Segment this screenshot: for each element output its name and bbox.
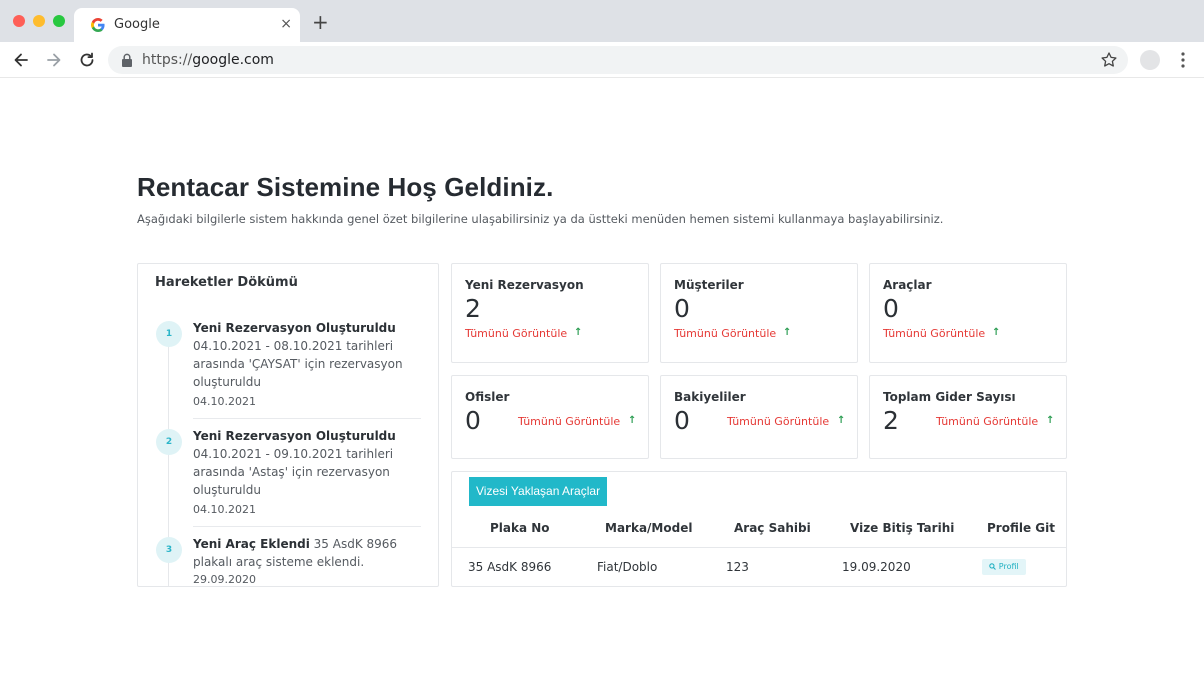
- up-arrow-icon: ↑: [574, 327, 583, 338]
- close-tab-icon[interactable]: ×: [280, 16, 292, 32]
- page-content: Rentacar Sistemine Hoş Geldiniz. Aşağıda…: [0, 78, 1204, 685]
- expiring-vehicles-card: Vizesi Yaklaşan Araçlar Plaka No Marka/M…: [451, 471, 1067, 587]
- tab-bar: Google × +: [0, 0, 1204, 42]
- view-all-link[interactable]: Tümünü Görüntüle: [883, 327, 985, 340]
- lock-icon: [122, 53, 132, 67]
- timeline-item-heading: Yeni Rezervasyon Oluşturuldu: [193, 321, 396, 335]
- view-all-link[interactable]: Tümünü Görüntüle: [518, 415, 620, 428]
- stat-value: 2: [465, 294, 481, 323]
- bookmark-star-icon[interactable]: [1100, 51, 1118, 69]
- stat-card-customers: Müşteriler 0 Tümünü Görüntüle ↑: [660, 263, 858, 363]
- up-arrow-icon: ↑: [992, 327, 1001, 338]
- activity-timeline-card: Hareketler Dökümü 1 Yeni Rezervasyon Olu…: [137, 263, 439, 587]
- cell-plate: 35 AsdK 8966: [468, 560, 552, 574]
- stat-label: Araçlar: [883, 278, 932, 292]
- timeline-item-heading: Yeni Araç Eklendi: [193, 537, 310, 551]
- cell-owner: 123: [726, 560, 749, 574]
- page-title: Rentacar Sistemine Hoş Geldiniz.: [137, 172, 554, 202]
- timeline-item-body: Yeni Araç Eklendi 35 AsdK 8966 plakalı a…: [193, 535, 418, 571]
- timeline-divider: [193, 418, 421, 419]
- view-all-link[interactable]: Tümünü Görüntüle: [727, 415, 829, 428]
- column-header-expiry: Vize Bitiş Tarihi: [850, 521, 955, 535]
- column-header-model: Marka/Model: [605, 521, 693, 535]
- stat-card-expenses: Toplam Gider Sayısı 2 Tümünü Görüntüle ↑: [869, 375, 1067, 459]
- stat-value: 0: [465, 406, 481, 435]
- timeline-number-badge: 1: [156, 321, 182, 347]
- stat-card-offices: Ofisler 0 Tümünü Görüntüle ↑: [451, 375, 649, 459]
- timeline-item-date: 04.10.2021: [193, 503, 256, 516]
- cell-expiry: 19.09.2020: [842, 560, 911, 574]
- view-all-link[interactable]: Tümünü Görüntüle: [674, 327, 776, 340]
- timeline-divider: [193, 526, 421, 527]
- timeline-number-badge: 3: [156, 537, 182, 563]
- minimize-window-button[interactable]: [33, 15, 45, 27]
- browser-menu-icon[interactable]: [1180, 51, 1186, 69]
- column-header-owner: Araç Sahibi: [734, 521, 811, 535]
- view-all-link[interactable]: Tümünü Görüntüle: [936, 415, 1038, 428]
- stat-label: Müşteriler: [674, 278, 744, 292]
- address-bar[interactable]: https://google.com: [108, 46, 1128, 74]
- timeline-item-date: 29.09.2020: [193, 573, 256, 586]
- stat-value: 2: [883, 406, 899, 435]
- new-tab-button[interactable]: +: [312, 12, 329, 32]
- up-arrow-icon: ↑: [837, 415, 846, 426]
- up-arrow-icon: ↑: [783, 327, 792, 338]
- timeline-number-badge: 2: [156, 429, 182, 455]
- timeline-title: Hareketler Dökümü: [155, 275, 298, 290]
- reload-icon[interactable]: [77, 50, 97, 70]
- timeline-item-text: 04.10.2021 - 09.10.2021 tarihleri arasın…: [193, 447, 394, 497]
- column-header-plate: Plaka No: [490, 521, 550, 535]
- column-header-profile: Profile Git: [987, 521, 1055, 535]
- page-subtitle: Aşağıdaki bilgilerle sistem hakkında gen…: [137, 212, 944, 226]
- search-icon: [989, 563, 997, 570]
- browser-tab[interactable]: Google ×: [74, 8, 300, 42]
- stat-value: 0: [674, 406, 690, 435]
- stat-label: Yeni Rezervasyon: [465, 278, 584, 292]
- expiring-vehicles-button[interactable]: Vizesi Yaklaşan Araçlar: [469, 477, 608, 506]
- timeline-item-body: Yeni Rezervasyon Oluşturuldu 04.10.2021 …: [193, 319, 418, 391]
- forward-arrow-icon[interactable]: [44, 50, 64, 70]
- stat-card-vehicles: Araçlar 0 Tümünü Görüntüle ↑: [869, 263, 1067, 363]
- timeline-item-heading: Yeni Rezervasyon Oluşturuldu: [193, 429, 396, 443]
- up-arrow-icon: ↑: [1046, 415, 1055, 426]
- profile-button[interactable]: Profil: [982, 559, 1026, 575]
- timeline-item-text: 04.10.2021 - 08.10.2021 tarihleri arasın…: [193, 339, 403, 389]
- up-arrow-icon: ↑: [628, 415, 637, 426]
- timeline-item-body: Yeni Rezervasyon Oluşturuldu 04.10.2021 …: [193, 427, 418, 499]
- close-window-button[interactable]: [13, 15, 25, 27]
- stat-card-balances: Bakiyeliler 0 Tümünü Görüntüle ↑: [660, 375, 858, 459]
- browser-window: Google × + https://google.com Rentacar S…: [0, 0, 1204, 685]
- url-text: https://google.com: [142, 52, 274, 68]
- stat-card-reservations: Yeni Rezervasyon 2 Tümünü Görüntüle ↑: [451, 263, 649, 363]
- profile-button-label: Profil: [998, 562, 1019, 571]
- stat-label: Bakiyeliler: [674, 390, 746, 404]
- stat-label: Ofisler: [465, 390, 510, 404]
- tab-title: Google: [114, 17, 160, 32]
- browser-toolbar: https://google.com: [0, 42, 1204, 78]
- maximize-window-button[interactable]: [53, 15, 65, 27]
- back-arrow-icon[interactable]: [11, 50, 31, 70]
- stat-label: Toplam Gider Sayısı: [883, 390, 1016, 404]
- profile-avatar[interactable]: [1140, 50, 1160, 70]
- google-icon: [91, 18, 105, 32]
- stat-value: 0: [674, 294, 690, 323]
- view-all-link[interactable]: Tümünü Görüntüle: [465, 327, 567, 340]
- timeline-item-date: 04.10.2021: [193, 395, 256, 408]
- table-divider: [452, 547, 1066, 548]
- stat-value: 0: [883, 294, 899, 323]
- cell-model: Fiat/Doblo: [597, 560, 658, 574]
